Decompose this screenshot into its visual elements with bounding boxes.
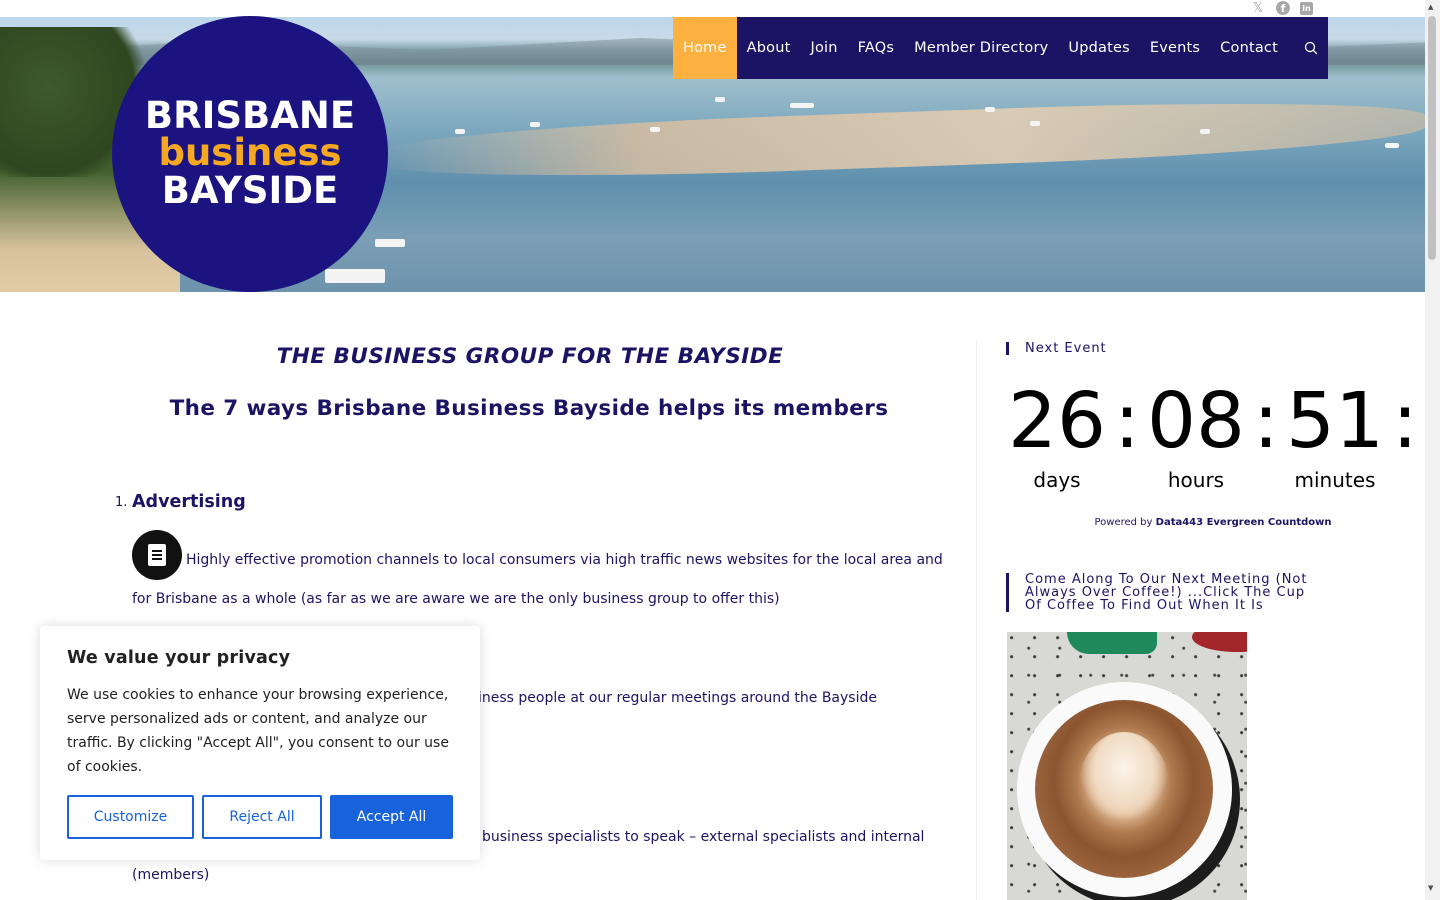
powered-by: Powered by Data443 Evergreen Countdown — [1006, 517, 1420, 528]
boat — [1385, 143, 1399, 148]
cookie-title: We value your privacy — [67, 648, 291, 668]
linkedin-icon[interactable]: in — [1300, 1, 1313, 15]
social-links: 𝕏 f in — [1250, 0, 1313, 16]
nav-updates[interactable]: Updates — [1058, 17, 1139, 79]
next-event-title: Next Event — [1006, 342, 1107, 355]
nav-events[interactable]: Events — [1140, 17, 1210, 79]
hero-sandbar — [380, 93, 1425, 186]
meeting-title-line3: Of Coffee To Find Out When It Is — [1025, 598, 1264, 613]
boat — [455, 129, 465, 134]
countdown-separator: : — [1114, 377, 1140, 466]
countdown-minutes: 51 — [1286, 377, 1384, 466]
nav-faqs[interactable]: FAQs — [848, 17, 904, 79]
logo-line-business: business — [158, 131, 342, 174]
logo-line-bayside: BAYSIDE — [161, 169, 339, 212]
sidebar-divider — [976, 340, 977, 900]
countdown-hours-label: hours — [1167, 468, 1225, 492]
list-text-speakers: business specialists to speak – external… — [482, 829, 925, 845]
facebook-icon[interactable]: f — [1276, 1, 1290, 15]
nav-join[interactable]: Join — [801, 17, 848, 79]
cookie-text: We use cookies to enhance your browsing … — [67, 687, 449, 775]
scroll-down-arrow[interactable]: ▼ — [1428, 884, 1433, 892]
countdown-days: 26 — [1008, 377, 1106, 466]
customize-button[interactable]: Customize — [67, 795, 194, 839]
list-number: 1. — [115, 495, 128, 510]
countdown-minutes-label: minutes — [1294, 468, 1376, 492]
accept-all-button[interactable]: Accept All — [330, 795, 453, 839]
logo-line-brisbane: BRISBANE — [144, 94, 356, 137]
list-text-speakers-cont: (members) — [132, 867, 210, 883]
boat — [715, 97, 725, 102]
boat — [375, 239, 405, 247]
cookie-banner: We value your privacy We use cookies to … — [40, 626, 480, 860]
search-icon[interactable] — [1296, 17, 1328, 79]
advertising-text: Highly effective promotion channels to l… — [132, 552, 943, 607]
powered-link[interactable]: Data443 Evergreen Countdown — [1156, 517, 1332, 528]
countdown-timer: 26 : 08 : 51 : — [1006, 378, 1426, 468]
megaphone-document-icon — [132, 530, 182, 580]
scroll-up-arrow[interactable]: ▲ — [1428, 3, 1433, 11]
boat — [1030, 121, 1040, 126]
meeting-title: Come Along To Our Next Meeting (Not Alwa… — [1006, 573, 1307, 612]
powered-prefix: Powered by — [1094, 517, 1153, 528]
boat — [530, 122, 540, 127]
scroll-thumb[interactable] — [1428, 16, 1436, 260]
boat — [790, 103, 814, 108]
page-tagline: THE BUSINESS GROUP FOR THE BAYSIDE — [276, 344, 784, 369]
countdown-hours: 08 — [1147, 377, 1245, 466]
main-nav: Home About Join FAQs Member Directory Up… — [673, 17, 1328, 79]
boat — [1200, 129, 1210, 134]
countdown-separator: : — [1392, 377, 1418, 466]
boat — [985, 107, 995, 112]
coffee-green-cloth — [1067, 632, 1157, 654]
list-text-advertising: Highly effective promotion channels to l… — [132, 530, 952, 618]
nav-member-directory[interactable]: Member Directory — [904, 17, 1058, 79]
countdown-separator: : — [1253, 377, 1279, 466]
boat — [650, 127, 660, 132]
coffee-red-cup — [1192, 632, 1247, 652]
nav-contact[interactable]: Contact — [1210, 17, 1288, 79]
x-twitter-icon[interactable]: 𝕏 — [1250, 0, 1266, 16]
list-text-networking: iness people at our regular meetings aro… — [478, 690, 877, 706]
boat — [325, 269, 385, 283]
top-social-bar: 𝕏 f in — [0, 0, 1425, 17]
nav-home[interactable]: Home — [673, 17, 737, 79]
site-logo[interactable]: BRISBANE business BAYSIDE — [112, 16, 388, 292]
coffee-cup-image[interactable] — [1007, 632, 1247, 900]
page-scrollbar[interactable]: ▲ ▼ — [1425, 0, 1440, 900]
reject-all-button[interactable]: Reject All — [202, 795, 322, 839]
list-title-advertising: Advertising — [132, 492, 246, 512]
nav-about[interactable]: About — [737, 17, 801, 79]
countdown-days-label: days — [1033, 468, 1081, 492]
page-headline: The 7 ways Brisbane Business Bayside hel… — [169, 396, 889, 421]
